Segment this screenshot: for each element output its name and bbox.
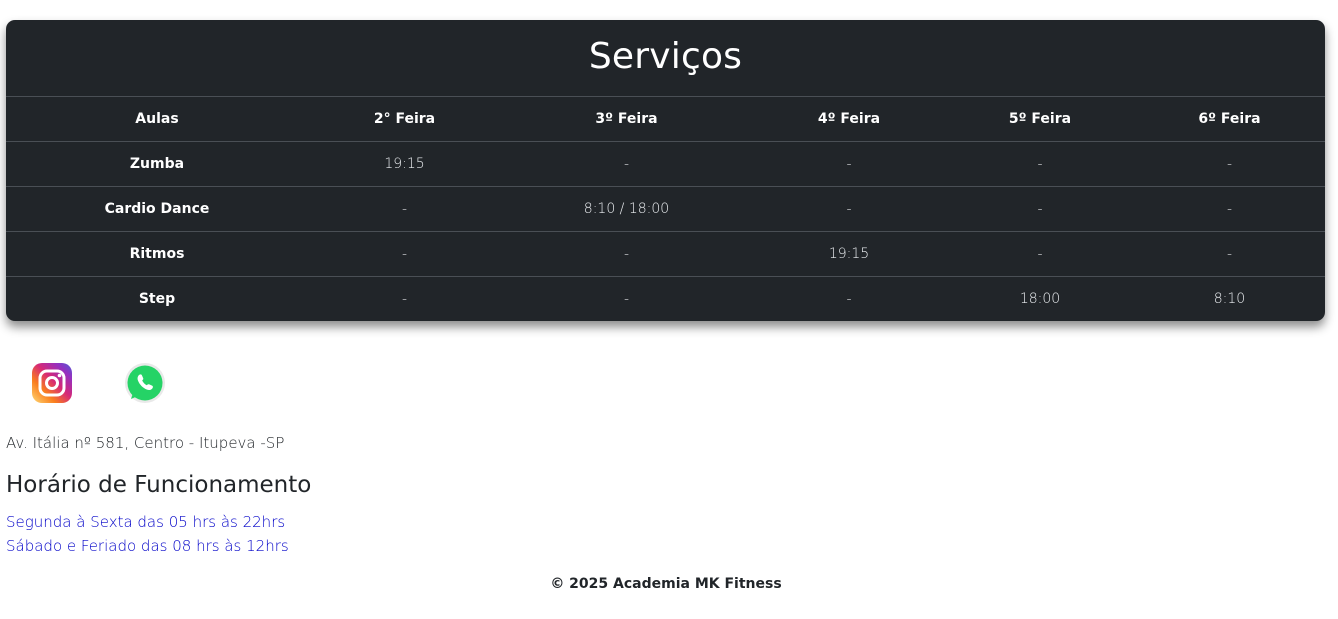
table-row: Step - - - 18:00 8:10 <box>6 277 1325 322</box>
table-cell: 8:10 <box>1213 291 1246 307</box>
table-cell: - <box>946 231 1134 277</box>
table-cell: - <box>308 231 501 277</box>
footer-copyright: © 2025 Academia MK Fitness <box>550 576 782 592</box>
table-cell: - <box>752 186 946 232</box>
header-tuesday: 3º Feira <box>501 97 752 142</box>
table-cell: 18:00 <box>1019 291 1061 307</box>
table-cell: 8:10 / 18:00 <box>501 186 752 232</box>
table-cell: - <box>501 141 752 187</box>
header-friday: 6º Feira <box>1134 97 1325 142</box>
class-name: Cardio Dance <box>6 186 308 232</box>
table-cell: - <box>1134 231 1325 277</box>
table-cell: 19:15 <box>752 231 946 277</box>
table-header-row: Aulas 2° Feira 3º Feira 4º Feira 5º Feir… <box>6 97 1325 142</box>
address-text: Av. Itália nº 581, Centro - Itupeva -SP <box>6 434 285 452</box>
services-title: Serviços <box>6 20 1325 97</box>
header-wednesday: 4º Feira <box>752 97 946 142</box>
table-cell: - <box>946 141 1134 187</box>
table-row: Ritmos - - 19:15 - - <box>6 231 1325 277</box>
table-cell: - <box>623 291 630 307</box>
schedule-table: Aulas 2° Feira 3º Feira 4º Feira 5º Feir… <box>6 97 1325 321</box>
table-cell: - <box>1134 186 1325 232</box>
table-cell: - <box>752 141 946 187</box>
instagram-icon[interactable] <box>30 361 74 405</box>
table-cell: - <box>946 186 1134 232</box>
class-name: Step <box>138 291 176 307</box>
table-row: Cardio Dance - 8:10 / 18:00 - - - <box>6 186 1325 232</box>
hours-title: Horário de Funcionamento <box>6 472 312 498</box>
table-cell: - <box>401 291 408 307</box>
services-card: Serviços Aulas 2° Feira 3º Feira 4º Feir… <box>6 20 1325 321</box>
table-row: Zumba 19:15 - - - - <box>6 141 1325 187</box>
class-name: Zumba <box>6 141 308 187</box>
table-cell: - <box>1134 141 1325 187</box>
table-cell: - <box>308 186 501 232</box>
hours-weekend: Sábado e Feriado das 08 hrs às 12hrs <box>6 537 289 555</box>
hours-weekdays: Segunda à Sexta das 05 hrs às 22hrs <box>6 513 286 531</box>
class-name: Ritmos <box>6 231 308 277</box>
table-cell: - <box>501 231 752 277</box>
whatsapp-icon[interactable] <box>122 361 166 405</box>
table-cell: 19:15 <box>308 141 501 187</box>
header-aulas: Aulas <box>6 97 308 142</box>
header-thursday: 5º Feira <box>946 97 1134 142</box>
header-monday: 2° Feira <box>308 97 501 142</box>
table-cell: - <box>846 291 852 307</box>
page: Serviços Aulas 2° Feira 3º Feira 4º Feir… <box>0 0 1338 619</box>
